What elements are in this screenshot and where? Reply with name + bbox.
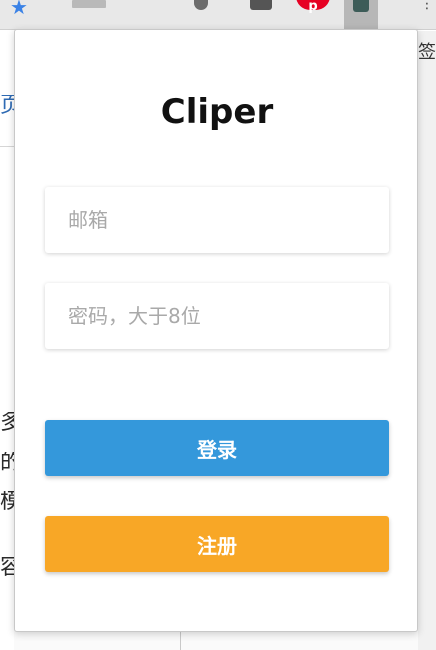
background-divider — [0, 146, 14, 147]
background-text: 的 — [0, 452, 14, 474]
background-divider — [180, 632, 181, 650]
background-text: 多 — [0, 412, 14, 434]
email-input[interactable] — [45, 187, 389, 253]
cliper-popup: Cliper 登录 注册 — [14, 29, 418, 632]
extension-icon[interactable] — [344, 0, 378, 30]
shield-icon[interactable] — [194, 0, 208, 10]
background-tab-text: 签 — [418, 42, 436, 63]
background-right-edge — [418, 31, 436, 650]
pinterest-icon[interactable]: p — [296, 0, 330, 14]
more-icon[interactable]: ⋮ — [420, 0, 434, 22]
password-input[interactable] — [45, 283, 389, 349]
thumbnail-icon[interactable] — [72, 0, 106, 8]
person-icon[interactable] — [250, 0, 272, 10]
background-text: 容 — [0, 557, 14, 579]
background-text: 页 — [0, 95, 14, 117]
bookmark-star-icon[interactable]: ★ — [10, 0, 32, 19]
register-button[interactable]: 注册 — [45, 516, 389, 572]
background-text: 模 — [0, 491, 14, 513]
extension-logo-icon — [353, 0, 369, 12]
browser-toolbar: ★ p ⋮ — [0, 0, 436, 30]
login-button[interactable]: 登录 — [45, 420, 389, 476]
popup-title: Cliper — [160, 92, 274, 132]
